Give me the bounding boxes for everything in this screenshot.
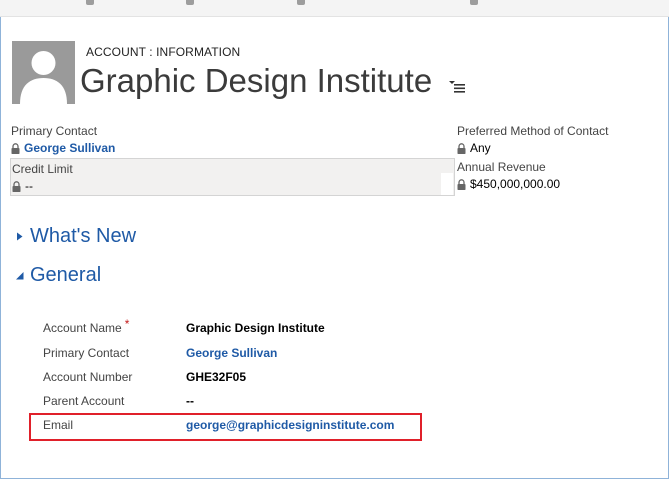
field-primary-contact: Primary Contact George Sullivan <box>43 344 563 364</box>
entity-label: ACCOUNT : INFORMATION <box>86 45 241 59</box>
header-credit-limit-value: -- <box>25 179 33 193</box>
field-account-name-value[interactable]: Graphic Design Institute <box>186 321 325 335</box>
field-email-link[interactable]: george@graphicdesigninstitute.com <box>186 418 394 432</box>
field-parent-account-label: Parent Account <box>43 394 125 408</box>
toolbar-fragment <box>470 0 478 5</box>
lock-icon <box>457 178 466 190</box>
header-primary-contact: Primary Contact George Sullivan <box>11 124 115 155</box>
header-primary-contact-label: Primary Contact <box>11 124 98 138</box>
field-primary-contact-label: Primary Contact <box>43 346 130 360</box>
person-silhouette-icon <box>20 51 67 104</box>
lock-icon <box>12 180 21 192</box>
field-account-name: Account Name * Graphic Design Institute <box>43 317 563 339</box>
field-primary-contact-link[interactable]: George Sullivan <box>186 346 277 360</box>
lock-icon <box>11 142 20 154</box>
header-credit-limit: Credit Limit -- <box>10 158 455 196</box>
section-general-title: General <box>30 264 102 286</box>
header-preferred-method: Preferred Method of Contact Any <box>457 124 608 155</box>
chevron-right-icon <box>17 232 23 241</box>
header-primary-contact-link[interactable]: George Sullivan <box>24 141 115 155</box>
section-whats-new-toggle[interactable]: What's New <box>15 225 136 248</box>
header-annual-revenue-value: $450,000,000.00 <box>470 177 561 191</box>
header-credit-limit-label: Credit Limit <box>12 162 73 176</box>
section-general-toggle[interactable]: General <box>15 264 101 287</box>
field-parent-account: Parent Account -- <box>43 392 563 412</box>
list-menu-icon[interactable] <box>448 79 466 93</box>
header-preferred-method-value: Any <box>470 141 491 155</box>
field-account-name-label: Account Name * <box>43 317 129 335</box>
field-label-text: Account Name <box>43 321 122 335</box>
field-account-number: Account Number GHE32F05 <box>43 368 563 388</box>
toolbar-fragment <box>186 0 194 5</box>
field-account-number-value[interactable]: GHE32F05 <box>186 370 246 384</box>
required-asterisk: * <box>124 317 130 331</box>
section-whats-new-title: What's New <box>30 225 137 247</box>
toolbar-fragment <box>297 0 305 5</box>
header-preferred-method-label: Preferred Method of Contact <box>457 124 609 138</box>
field-email: Email george@graphicdesigninstitute.com <box>43 416 563 436</box>
page-title: Graphic Design Institute <box>80 62 433 99</box>
avatar[interactable] <box>12 41 75 104</box>
toolbar-fragment <box>86 0 94 5</box>
header-annual-revenue: Annual Revenue $450,000,000.00 <box>457 160 560 191</box>
field-email-label: Email <box>43 418 74 432</box>
chevron-expanded-icon <box>16 272 24 280</box>
top-toolbar-strip <box>0 0 669 17</box>
credit-box-gap <box>441 173 453 195</box>
field-account-number-label: Account Number <box>43 370 133 384</box>
field-parent-account-value[interactable]: -- <box>186 394 194 408</box>
lock-icon <box>457 142 466 154</box>
header-annual-revenue-label: Annual Revenue <box>457 160 546 174</box>
